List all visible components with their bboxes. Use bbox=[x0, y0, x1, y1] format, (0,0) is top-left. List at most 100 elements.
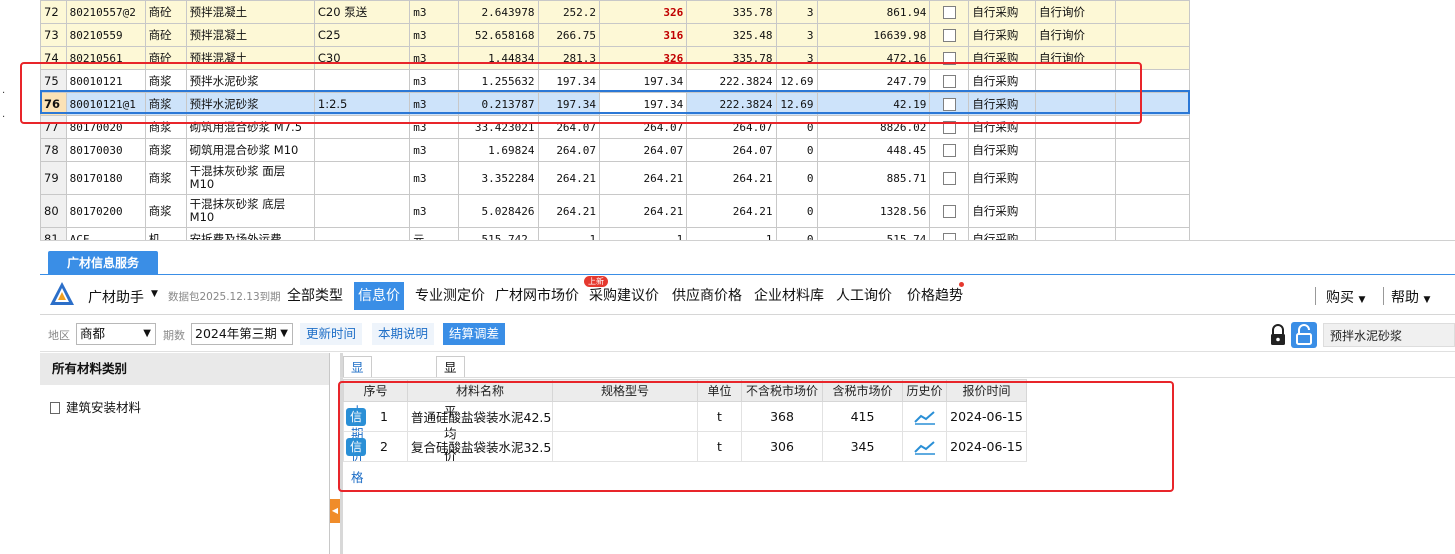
cell-name[interactable]: 干混抹灰砂浆 底层 M10 bbox=[185, 194, 315, 228]
sidebar-item-building-materials[interactable]: 建筑安装材料 bbox=[50, 397, 141, 416]
cell-type[interactable]: 商浆 bbox=[144, 194, 187, 228]
cell-total[interactable]: 16639.98 bbox=[816, 23, 931, 47]
cell-total[interactable]: 885.71 bbox=[816, 161, 931, 195]
cell-price2[interactable]: 264.21 bbox=[599, 161, 688, 195]
cell-price1[interactable]: 197.34 bbox=[537, 92, 601, 116]
cell-price1[interactable]: 264.07 bbox=[537, 138, 601, 162]
cell-type[interactable]: 商砼 bbox=[144, 0, 187, 24]
cell-total[interactable]: 8826.02 bbox=[816, 115, 931, 139]
cell-chk[interactable] bbox=[929, 92, 970, 116]
cell-spec[interactable] bbox=[552, 401, 698, 432]
cell-rate[interactable]: 3 bbox=[775, 0, 818, 24]
nav-professional-price[interactable]: 专业测定价 bbox=[415, 286, 485, 306]
checkbox[interactable] bbox=[942, 6, 956, 19]
cell-qty[interactable]: 1.255632 bbox=[457, 69, 539, 93]
cell-total[interactable]: 1328.56 bbox=[816, 194, 931, 228]
cell-price2[interactable]: 326 bbox=[599, 0, 688, 24]
cell-qty[interactable]: 2.643978 bbox=[457, 0, 539, 24]
cell-qty[interactable]: 1.69824 bbox=[457, 138, 539, 162]
cell-chk[interactable] bbox=[929, 227, 970, 240]
header-unit[interactable]: 单位 bbox=[697, 379, 742, 402]
cell-unit[interactable]: m3 bbox=[409, 161, 459, 195]
cell-price-in-tax[interactable]: 345 bbox=[822, 431, 903, 462]
cell-name[interactable]: 预拌混凝土 bbox=[185, 46, 315, 70]
header-quote-date[interactable]: 报价时间 bbox=[946, 379, 1027, 402]
cell-total[interactable]: 42.19 bbox=[816, 92, 931, 116]
cell-unit[interactable]: m3 bbox=[409, 0, 459, 24]
cell-supply[interactable]: 自行采购 bbox=[968, 69, 1037, 93]
table-row[interactable]: 81 ACF 机安拆费及场外运费元 515.742… 1 1 1 0 515.74 自行采购 bbox=[40, 227, 1190, 240]
cell-unit[interactable]: m3 bbox=[409, 23, 459, 47]
cell-blank[interactable] bbox=[1115, 161, 1190, 195]
cell-qty[interactable]: 515.742… bbox=[457, 227, 539, 240]
cell-price2[interactable]: 264.07 bbox=[599, 138, 688, 162]
cell-price1[interactable]: 264.21 bbox=[537, 194, 601, 228]
cell-chk[interactable] bbox=[929, 115, 970, 139]
table-row[interactable]: 80 80170200 商浆 干混抹灰砂浆 底层 M10 m3 5.028426 264.2… bbox=[40, 194, 1190, 228]
tab-average-price[interactable]: 显示平均价 bbox=[436, 356, 465, 463]
cell-code[interactable]: 80010121@1 bbox=[65, 92, 146, 116]
cell-code[interactable]: ACF bbox=[65, 227, 146, 240]
table-row[interactable]: 79 80170180 商浆 干混抹灰砂浆 面层 M10 m3 3.352284 264.2… bbox=[40, 161, 1190, 195]
panel-tab-material-info[interactable]: 广材信息服务 bbox=[48, 251, 158, 275]
cell-total[interactable]: 247.79 bbox=[816, 69, 931, 93]
cell-qty[interactable]: 3.352284 bbox=[457, 161, 539, 195]
cell-price2[interactable]: 197.34 bbox=[599, 92, 688, 116]
cell-chk[interactable] bbox=[929, 69, 970, 93]
app-name[interactable]: 广材助手 bbox=[88, 287, 144, 307]
cell-type[interactable]: 商浆 bbox=[144, 138, 187, 162]
cell-material-name[interactable]: 普通硅酸盐袋装水泥42.5 bbox=[407, 401, 553, 432]
cell-code[interactable]: 80170180 bbox=[65, 161, 146, 195]
cell-price3[interactable]: 1 bbox=[686, 227, 777, 240]
cell-no[interactable]: 73 bbox=[40, 23, 67, 47]
tab-current-price[interactable]: 显示本期价格 bbox=[343, 356, 372, 485]
nav-all-types[interactable]: 全部类型 bbox=[287, 286, 343, 306]
nav-market-price[interactable]: 广材网市场价 bbox=[495, 286, 579, 306]
sidebar-header[interactable]: 所有材料类别 bbox=[40, 353, 329, 385]
cell-price2[interactable]: 197.34 bbox=[599, 69, 688, 93]
cell-total[interactable]: 472.16 bbox=[816, 46, 931, 70]
cell-supply[interactable]: 自行采购 bbox=[968, 46, 1037, 70]
cell-total[interactable]: 448.45 bbox=[816, 138, 931, 162]
cell-code[interactable]: 80210561 bbox=[65, 46, 146, 70]
cell-price3[interactable]: 335.78 bbox=[686, 46, 777, 70]
cell-rate[interactable]: 3 bbox=[775, 46, 818, 70]
cell-supply[interactable]: 自行采购 bbox=[968, 0, 1037, 24]
unlock-icon[interactable] bbox=[1291, 322, 1317, 348]
cell-inquiry[interactable] bbox=[1035, 69, 1117, 93]
cell-name[interactable]: 干混抹灰砂浆 面层 M10 bbox=[185, 161, 315, 195]
cell-no[interactable]: 81 bbox=[40, 227, 67, 240]
cell-type[interactable]: 商浆 bbox=[144, 92, 187, 116]
cell-price3[interactable]: 335.78 bbox=[686, 0, 777, 24]
cell-price3[interactable]: 264.21 bbox=[686, 194, 777, 228]
cell-inquiry[interactable] bbox=[1035, 194, 1117, 228]
cell-no[interactable]: 74 bbox=[40, 46, 67, 70]
cell-supply[interactable]: 自行采购 bbox=[968, 194, 1037, 228]
cell-price3[interactable]: 325.48 bbox=[686, 23, 777, 47]
cell-no[interactable]: 77 bbox=[40, 115, 67, 139]
cell-spec[interactable] bbox=[313, 69, 411, 93]
checkbox[interactable] bbox=[942, 75, 956, 88]
nav-info-price[interactable]: 信息价 bbox=[354, 282, 404, 310]
cell-name[interactable]: 预拌水泥砂浆 bbox=[185, 92, 315, 116]
cell-blank[interactable] bbox=[1115, 227, 1190, 240]
cell-supply[interactable]: 自行采购 bbox=[968, 161, 1037, 195]
cell-qty[interactable]: 1.44834 bbox=[457, 46, 539, 70]
settle-adjust-button[interactable]: 结算调差 bbox=[443, 323, 506, 345]
cell-total[interactable]: 861.94 bbox=[816, 0, 931, 24]
cell-price1[interactable]: 264.07 bbox=[537, 115, 601, 139]
help-menu[interactable]: 帮助 ▼ bbox=[1391, 287, 1430, 307]
cell-history[interactable] bbox=[902, 431, 947, 462]
cell-price1[interactable]: 252.2 bbox=[537, 0, 601, 24]
region-select[interactable]: 商都 ▼ bbox=[76, 323, 156, 345]
cell-quote-date[interactable]: 2024-06-15 bbox=[946, 401, 1027, 432]
cell-inquiry[interactable] bbox=[1035, 92, 1117, 116]
cell-unit[interactable]: m3 bbox=[409, 194, 459, 228]
cell-type[interactable]: 商浆 bbox=[144, 115, 187, 139]
cell-price3[interactable]: 264.07 bbox=[686, 115, 777, 139]
cell-price1[interactable]: 264.21 bbox=[537, 161, 601, 195]
header-price-ex-tax[interactable]: 不含税市场价 bbox=[741, 379, 823, 402]
cell-rate[interactable]: 12.69 bbox=[775, 69, 818, 93]
cell-chk[interactable] bbox=[929, 161, 970, 195]
cell-price1[interactable]: 197.34 bbox=[537, 69, 601, 93]
